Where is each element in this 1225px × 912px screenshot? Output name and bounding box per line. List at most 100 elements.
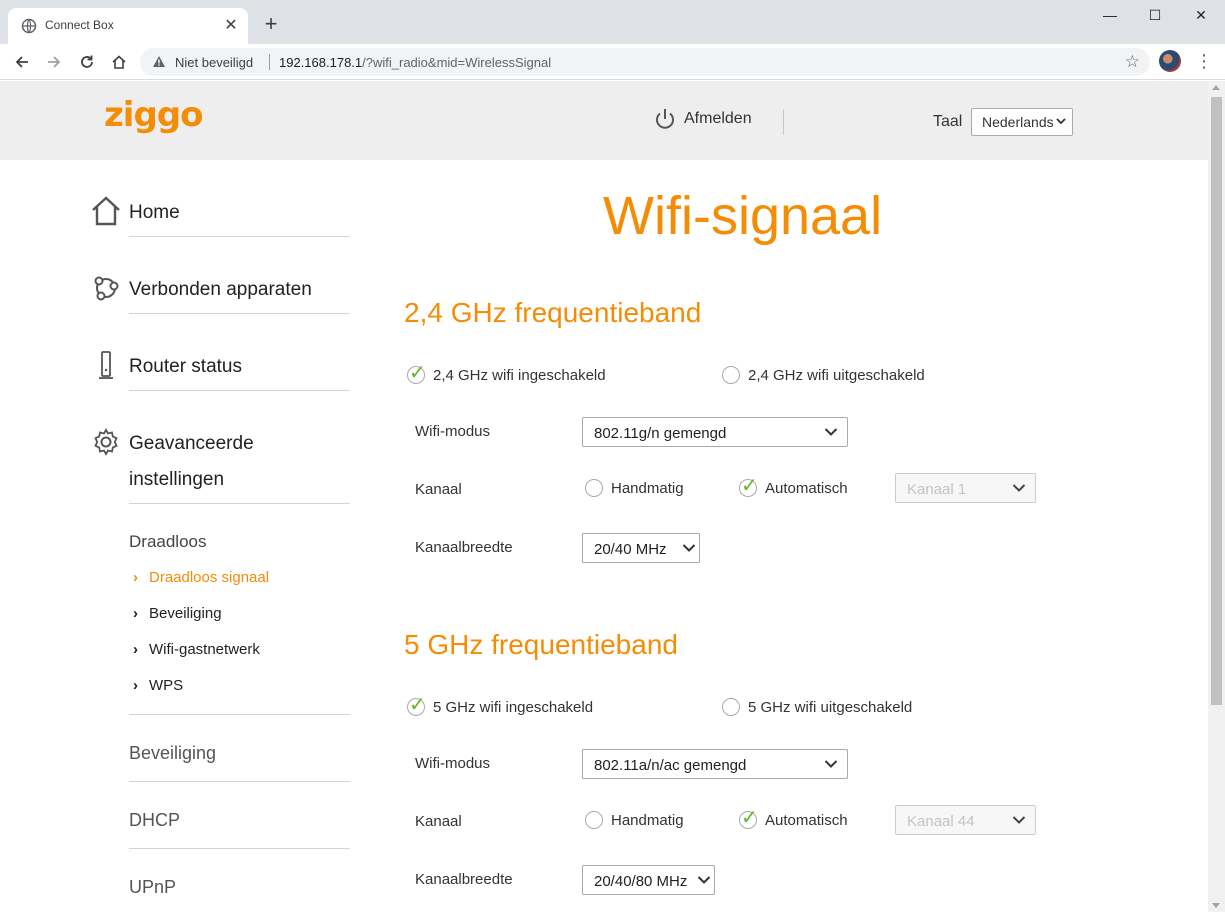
sidebar-divider bbox=[129, 236, 350, 237]
radio-label: 2,4 GHz wifi uitgeschakeld bbox=[748, 366, 925, 384]
sidebar-item-dhcp[interactable]: DHCP bbox=[129, 810, 180, 831]
sidebar-item-upnp[interactable]: UPnP bbox=[129, 877, 176, 898]
sidebar-divider bbox=[129, 313, 350, 314]
power-icon bbox=[656, 109, 674, 129]
profile-avatar[interactable] bbox=[1159, 50, 1181, 72]
arrow-left-icon bbox=[15, 56, 28, 68]
sidebar-subitem-wireless-signal[interactable]: › Draadloos signaal bbox=[133, 569, 269, 586]
width-5-select[interactable]: 20/40/80 MHz bbox=[582, 865, 715, 895]
channel-24-value: Kanaal 1 bbox=[907, 481, 967, 498]
subitem-label: Wifi-gastnetwerk bbox=[149, 641, 260, 658]
back-button[interactable] bbox=[8, 48, 36, 76]
sidebar-subitem-wps[interactable]: › WPS bbox=[133, 677, 183, 694]
sidebar-item-router-status[interactable]: Router status bbox=[90, 349, 242, 385]
security-indicator[interactable]: Niet beveiligd bbox=[175, 55, 253, 70]
chevron-down-icon bbox=[1012, 484, 1026, 492]
radio-24-manual[interactable]: Handmatig bbox=[585, 479, 684, 497]
checkmark-icon: ✓ bbox=[409, 362, 426, 384]
radio-label: Handmatig bbox=[611, 479, 684, 497]
reload-button[interactable] bbox=[73, 48, 101, 76]
chevron-down-icon bbox=[697, 876, 711, 884]
page-title: Wifi-signaal bbox=[603, 186, 883, 246]
router-icon bbox=[90, 349, 122, 381]
url-path: /?wifi_radio&mid=WirelessSignal bbox=[362, 55, 552, 70]
browser-tab[interactable]: Connect Box ✕ bbox=[8, 8, 248, 44]
mode-24-value: 802.11g/n gemengd bbox=[594, 425, 727, 442]
page: ziggo Afmelden Taal Nederlands Home Verb… bbox=[0, 81, 1208, 912]
radio-5-enabled[interactable]: ✓ 5 GHz wifi ingeschakeld bbox=[407, 694, 593, 716]
arrow-right-icon bbox=[48, 56, 61, 68]
bookmark-star-icon[interactable]: ☆ bbox=[1125, 52, 1140, 72]
width-24-select[interactable]: 20/40 MHz bbox=[582, 533, 700, 563]
new-tab-button[interactable]: + bbox=[258, 12, 284, 38]
url-text[interactable]: 192.168.178.1/?wifi_radio&mid=WirelessSi… bbox=[279, 55, 551, 70]
radio-24-enabled[interactable]: ✓ 2,4 GHz wifi ingeschakeld bbox=[407, 362, 606, 384]
band-5-title: 5 GHz frequentieband bbox=[404, 629, 678, 660]
sidebar-subitem-guest-network[interactable]: › Wifi-gastnetwerk bbox=[133, 641, 260, 658]
radio-unchecked bbox=[585, 811, 603, 829]
tab-title: Connect Box bbox=[45, 18, 114, 32]
mode-24-select[interactable]: 802.11g/n gemengd bbox=[582, 417, 848, 447]
connected-devices-icon bbox=[90, 272, 122, 304]
radio-24-disabled[interactable]: 2,4 GHz wifi uitgeschakeld bbox=[722, 366, 925, 384]
radio-checked: ✓ bbox=[407, 694, 426, 716]
address-bar[interactable]: Niet beveiligd 192.168.178.1/?wifi_radio… bbox=[140, 48, 1150, 76]
home-button[interactable] bbox=[105, 48, 133, 76]
close-tab-icon[interactable]: ✕ bbox=[222, 17, 240, 35]
checkmark-icon: ✓ bbox=[741, 807, 758, 829]
mode-5-value: 802.11a/n/ac gemengd bbox=[594, 757, 747, 774]
language-label: Taal bbox=[933, 113, 963, 130]
scrollbar-thumb[interactable] bbox=[1211, 97, 1222, 705]
mode-5-select[interactable]: 802.11a/n/ac gemengd bbox=[582, 749, 848, 779]
chevron-down-icon bbox=[824, 760, 838, 768]
browser-menu-icon[interactable]: ⋮ bbox=[1195, 50, 1213, 74]
logout-button[interactable]: Afmelden bbox=[654, 107, 752, 131]
minimize-button[interactable]: — bbox=[1087, 0, 1133, 30]
language-select[interactable]: Nederlands bbox=[971, 108, 1073, 136]
sidebar-divider bbox=[129, 848, 350, 849]
channel-5-select: Kanaal 44 bbox=[895, 805, 1036, 835]
radio-5-disabled[interactable]: 5 GHz wifi uitgeschakeld bbox=[722, 698, 912, 716]
sidebar-item-label: Home bbox=[129, 202, 180, 223]
chevron-down-icon bbox=[682, 544, 696, 552]
radio-24-auto[interactable]: ✓ Automatisch bbox=[739, 475, 848, 497]
window-close-button[interactable]: ✕ bbox=[1178, 0, 1224, 30]
radio-label: Handmatig bbox=[611, 811, 684, 829]
scroll-down-arrow-icon[interactable] bbox=[1212, 903, 1220, 908]
browser-titlebar: Connect Box ✕ + — ☐ ✕ bbox=[0, 0, 1225, 44]
chevron-down-icon bbox=[824, 428, 838, 436]
radio-5-manual[interactable]: Handmatig bbox=[585, 811, 684, 829]
radio-unchecked bbox=[585, 479, 603, 497]
subitem-label: Draadloos signaal bbox=[149, 569, 270, 586]
chevron-right-icon: › bbox=[133, 605, 138, 622]
sidebar-item-home[interactable]: Home bbox=[90, 195, 180, 231]
radio-5-auto[interactable]: ✓ Automatisch bbox=[739, 807, 848, 829]
sidebar-subitem-security[interactable]: › Beveiliging bbox=[133, 605, 222, 622]
chevron-right-icon: › bbox=[133, 677, 138, 694]
maximize-button[interactable]: ☐ bbox=[1132, 0, 1178, 30]
sidebar-item-security[interactable]: Beveiliging bbox=[129, 743, 216, 764]
logout-label: Afmelden bbox=[684, 110, 752, 127]
language-value: Nederlands bbox=[982, 114, 1054, 130]
mode-5-label: Wifi-modus bbox=[415, 755, 491, 772]
sidebar-item-label: Geavanceerde instellingen bbox=[129, 426, 254, 498]
advanced-label-line1: Geavanceerde bbox=[129, 433, 254, 454]
width-24-value: 20/40 MHz bbox=[594, 541, 667, 558]
radio-unchecked bbox=[722, 698, 740, 716]
sidebar-divider bbox=[129, 714, 350, 715]
channel-5-value: Kanaal 44 bbox=[907, 813, 975, 830]
sidebar-item-advanced[interactable]: Geavanceerde instellingen bbox=[90, 426, 254, 498]
sidebar-divider bbox=[129, 390, 350, 391]
sidebar-item-wireless[interactable]: Draadloos bbox=[129, 532, 207, 552]
scroll-up-arrow-icon[interactable] bbox=[1212, 85, 1220, 90]
page-scrollbar[interactable] bbox=[1208, 81, 1225, 912]
advanced-label-line2: instellingen bbox=[129, 469, 225, 490]
sidebar-divider bbox=[129, 503, 350, 504]
chevron-down-icon bbox=[1056, 118, 1066, 125]
ziggo-logo[interactable]: ziggo bbox=[104, 95, 203, 135]
sidebar-item-devices[interactable]: Verbonden apparaten bbox=[90, 272, 312, 308]
radio-label: Automatisch bbox=[765, 811, 848, 829]
browser-toolbar: Niet beveiligd 192.168.178.1/?wifi_radio… bbox=[0, 44, 1225, 80]
forward-button[interactable] bbox=[40, 48, 68, 76]
width-24-label: Kanaalbreedte bbox=[415, 539, 513, 556]
